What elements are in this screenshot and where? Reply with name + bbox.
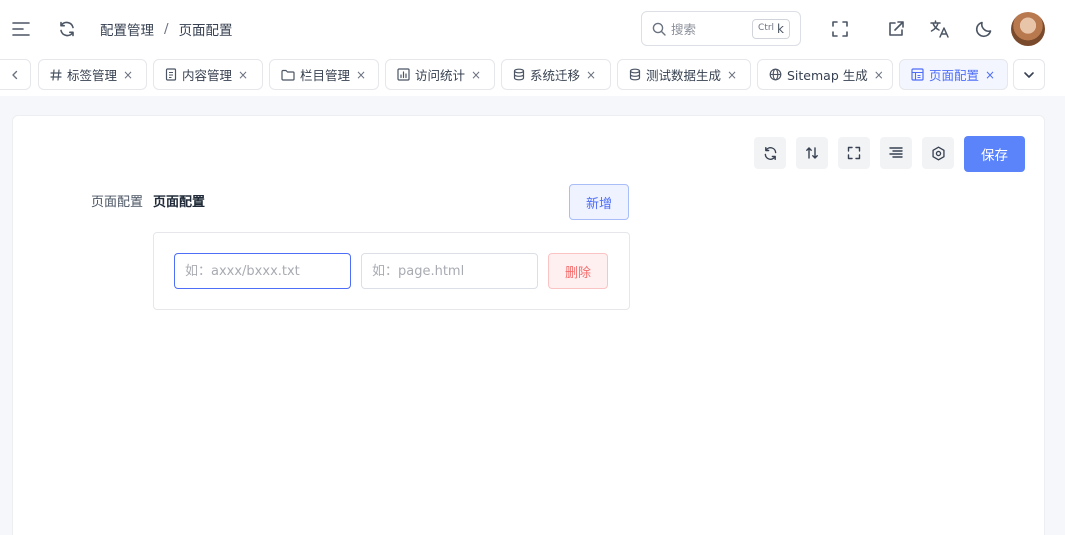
fullscreen-icon [831, 20, 849, 38]
tab-page-config[interactable]: 页面配置 × [899, 59, 1008, 90]
tab-label: 访问统计 [415, 68, 466, 83]
fullscreen-icon [847, 146, 861, 160]
search-box[interactable]: 搜索 Ctrl k [641, 11, 801, 46]
form-section-title: 页面配置 [153, 195, 206, 210]
tab-label: 系统迁移 [530, 68, 581, 83]
tab-label: 内容管理 [182, 68, 233, 83]
breadcrumb-item-page-config: 页面配置 [178, 23, 233, 39]
tab-system-migration[interactable]: 系统迁移 × [501, 59, 611, 90]
path-input[interactable] [174, 253, 351, 289]
breadcrumb-item-config[interactable]: 配置管理 [100, 19, 154, 39]
database-icon [629, 68, 641, 81]
top-header: 配置管理 / 页面配置 搜索 Ctrl k [0, 0, 1065, 58]
search-shortcut-badge: Ctrl k [752, 18, 790, 39]
chevron-left-icon [10, 70, 20, 80]
tabs-bar: 标签管理 × 内容管理 × 栏目管理 × 访问统计 × 系统迁移 × 测试数据生 [0, 58, 1065, 96]
tab-label: 测试数据生成 [646, 68, 722, 83]
close-icon[interactable]: × [471, 68, 481, 82]
sort-arrows-icon [805, 146, 819, 160]
tab-test-data-generation[interactable]: 测试数据生成 × [617, 59, 751, 90]
breadcrumb-separator: / [164, 21, 169, 37]
reload-button[interactable] [754, 137, 786, 169]
external-link-button[interactable] [881, 14, 911, 44]
folder-icon [281, 69, 295, 81]
moon-icon [975, 20, 993, 38]
menu-toggle-button[interactable] [6, 14, 36, 44]
external-link-icon [887, 20, 905, 38]
user-avatar[interactable] [1011, 12, 1045, 46]
globe-icon [769, 68, 782, 81]
language-button[interactable] [925, 14, 955, 44]
sort-button[interactable] [796, 137, 828, 169]
save-button[interactable]: 保存 [964, 136, 1025, 172]
search-placeholder: 搜索 [671, 22, 697, 37]
tab-content-management[interactable]: 内容管理 × [153, 59, 263, 90]
hash-icon [50, 68, 62, 81]
page-input[interactable] [361, 253, 538, 289]
chevron-down-icon [1023, 69, 1035, 81]
tab-tag-management[interactable]: 标签管理 × [38, 59, 147, 90]
tab-column-management[interactable]: 栏目管理 × [269, 59, 379, 90]
refresh-icon [58, 20, 76, 38]
hexagon-settings-icon [931, 146, 946, 161]
refresh-icon [763, 146, 778, 161]
document-icon [165, 68, 177, 81]
tab-label: 页面配置 [929, 68, 980, 83]
close-icon[interactable]: × [874, 68, 884, 82]
close-icon[interactable]: × [985, 68, 995, 82]
database-icon [513, 68, 525, 81]
bar-chart-icon [397, 68, 410, 81]
shortcut-ctrl: Ctrl [758, 23, 775, 33]
menu-toggle-icon [12, 21, 30, 37]
tabs-more-button[interactable] [1013, 59, 1045, 90]
theme-toggle-button[interactable] [969, 14, 999, 44]
close-icon[interactable]: × [586, 68, 596, 82]
breadcrumb: 配置管理 / 页面配置 [100, 19, 233, 39]
form-field-label: 页面配置 [90, 195, 143, 210]
tab-sitemap-generation[interactable]: Sitemap 生成 × [757, 59, 893, 90]
add-row-button[interactable]: 新增 [569, 184, 629, 220]
tab-label: 栏目管理 [300, 68, 351, 83]
search-icon [652, 22, 666, 36]
content-fullscreen-button[interactable] [838, 137, 870, 169]
fullscreen-button[interactable] [825, 14, 855, 44]
tab-label: Sitemap 生成 [787, 68, 868, 83]
close-icon[interactable]: × [356, 68, 366, 82]
shortcut-key: k [777, 21, 784, 36]
close-icon[interactable]: × [727, 68, 737, 82]
close-icon[interactable]: × [238, 68, 248, 82]
main-content-card: 保存 页面配置 页面配置 新增 删除 [12, 115, 1045, 535]
close-icon[interactable]: × [123, 68, 133, 82]
layout-icon [911, 68, 924, 81]
translate-icon [930, 20, 950, 38]
config-row: 删除 [153, 232, 630, 310]
refresh-page-button[interactable] [52, 14, 82, 44]
delete-row-button[interactable]: 删除 [548, 253, 608, 289]
tab-label: 标签管理 [67, 68, 118, 83]
align-right-icon [889, 146, 903, 160]
tab-visit-stats[interactable]: 访问统计 × [385, 59, 495, 90]
align-button[interactable] [880, 137, 912, 169]
settings-button[interactable] [922, 137, 954, 169]
tabs-scroll-left-button[interactable] [0, 59, 31, 90]
